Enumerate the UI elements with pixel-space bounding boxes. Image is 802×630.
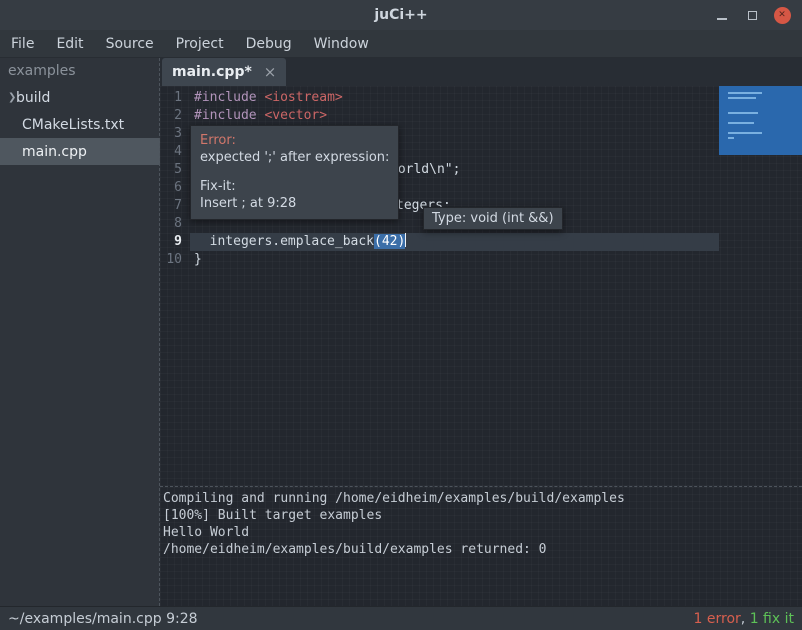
- line-number: 9: [160, 233, 190, 251]
- tree-item-build[interactable]: ❯build: [0, 84, 160, 111]
- line-text: integers.emplace_back(42): [190, 233, 719, 251]
- tab-main-cpp[interactable]: main.cpp* ×: [162, 58, 286, 86]
- line-number: 7: [160, 197, 190, 215]
- text-caret: [405, 233, 406, 247]
- line-text: #include <vector>: [190, 107, 719, 125]
- diagnostic-summary: 1 error, 1 fix it: [694, 611, 794, 627]
- maximize-button[interactable]: [737, 0, 767, 30]
- menubar: FileEditSourceProjectDebugWindow: [0, 30, 802, 58]
- menu-edit[interactable]: Edit: [45, 30, 94, 57]
- menu-window[interactable]: Window: [303, 30, 380, 57]
- fixit-label: Fix-it:: [200, 178, 389, 195]
- source-map[interactable]: [719, 86, 802, 486]
- status-separator: ,: [741, 611, 750, 627]
- line-text: #include <iostream>: [190, 89, 719, 107]
- fixit-count: 1 fix it: [750, 611, 794, 627]
- window-title: juCi++: [374, 7, 427, 23]
- map-code-line: [728, 122, 754, 124]
- line-number: 6: [160, 179, 190, 197]
- source-map-visible-region[interactable]: [719, 86, 802, 155]
- terminal-line: [100%] Built target examples: [163, 507, 802, 524]
- menu-project[interactable]: Project: [165, 30, 235, 57]
- line-number: 1: [160, 89, 190, 107]
- file-tree-panel: examples ❯build CMakeLists.txt main.cpp: [0, 58, 160, 606]
- minimize-icon: [717, 18, 727, 20]
- fixit-message: Insert ; at 9:28: [200, 195, 389, 212]
- menu-source[interactable]: Source: [95, 30, 165, 57]
- code-line-1[interactable]: 1#include <iostream>: [160, 89, 802, 107]
- terminal-line: Hello World: [163, 524, 802, 541]
- line-number: 10: [160, 251, 190, 269]
- map-code-line: [728, 132, 762, 134]
- error-message: expected ';' after expression:: [200, 149, 389, 166]
- line-number: 8: [160, 215, 190, 233]
- menu-debug[interactable]: Debug: [235, 30, 303, 57]
- tree-item-label: main.cpp: [22, 144, 87, 160]
- error-label: Error:: [200, 132, 389, 149]
- titlebar[interactable]: juCi++ ✕: [0, 0, 802, 30]
- line-number: 2: [160, 107, 190, 125]
- tree-item-label: build: [16, 90, 50, 106]
- tab-label: main.cpp*: [172, 64, 252, 80]
- diagnostic-tooltip: Error: expected ';' after expression: Fi…: [190, 125, 399, 220]
- line-number: 3: [160, 125, 190, 143]
- line-number: 5: [160, 161, 190, 179]
- map-code-line: [728, 97, 756, 99]
- statusbar: ~/examples/main.cpp 9:28 1 error, 1 fix …: [0, 606, 802, 630]
- code-line-9[interactable]: 9 integers.emplace_back(42): [160, 233, 802, 251]
- line-number: 4: [160, 143, 190, 161]
- file-tree: ❯build CMakeLists.txt main.cpp: [0, 84, 160, 165]
- tree-item-main-cpp[interactable]: main.cpp: [0, 138, 160, 165]
- tree-item-cmakelists-txt[interactable]: CMakeLists.txt: [0, 111, 160, 138]
- chevron-right-icon[interactable]: ❯: [0, 92, 16, 103]
- tree-item-label: CMakeLists.txt: [22, 117, 124, 133]
- error-count: 1 error: [694, 611, 741, 627]
- terminal-output[interactable]: Compiling and running /home/eidheim/exam…: [160, 486, 802, 606]
- window-controls: ✕: [707, 0, 797, 30]
- tooltip-gap: [200, 166, 389, 178]
- type-tooltip: Type: void (int &&): [423, 207, 563, 230]
- maximize-icon: [748, 11, 757, 20]
- cursor-location: ~/examples/main.cpp 9:28: [8, 611, 198, 627]
- line-text: }: [190, 251, 719, 269]
- map-code-line: [728, 112, 758, 114]
- minimize-button[interactable]: [707, 0, 737, 30]
- menu-file[interactable]: File: [0, 30, 45, 57]
- terminal-line: Compiling and running /home/eidheim/exam…: [163, 490, 802, 507]
- project-root-label: examples: [0, 58, 160, 84]
- map-code-line: [728, 137, 734, 139]
- tab-close-icon[interactable]: ×: [264, 65, 277, 80]
- tabbar: main.cpp* ×: [160, 58, 802, 86]
- terminal-line: /home/eidheim/examples/build/examples re…: [163, 541, 802, 558]
- code-line-10[interactable]: 10}: [160, 251, 802, 269]
- map-code-line: [728, 92, 762, 94]
- code-line-2[interactable]: 2#include <vector>: [160, 107, 802, 125]
- close-button[interactable]: ✕: [767, 0, 797, 30]
- close-icon: ✕: [774, 7, 791, 24]
- code-editor[interactable]: 1#include <iostream>2#include <vector>34…: [160, 86, 802, 486]
